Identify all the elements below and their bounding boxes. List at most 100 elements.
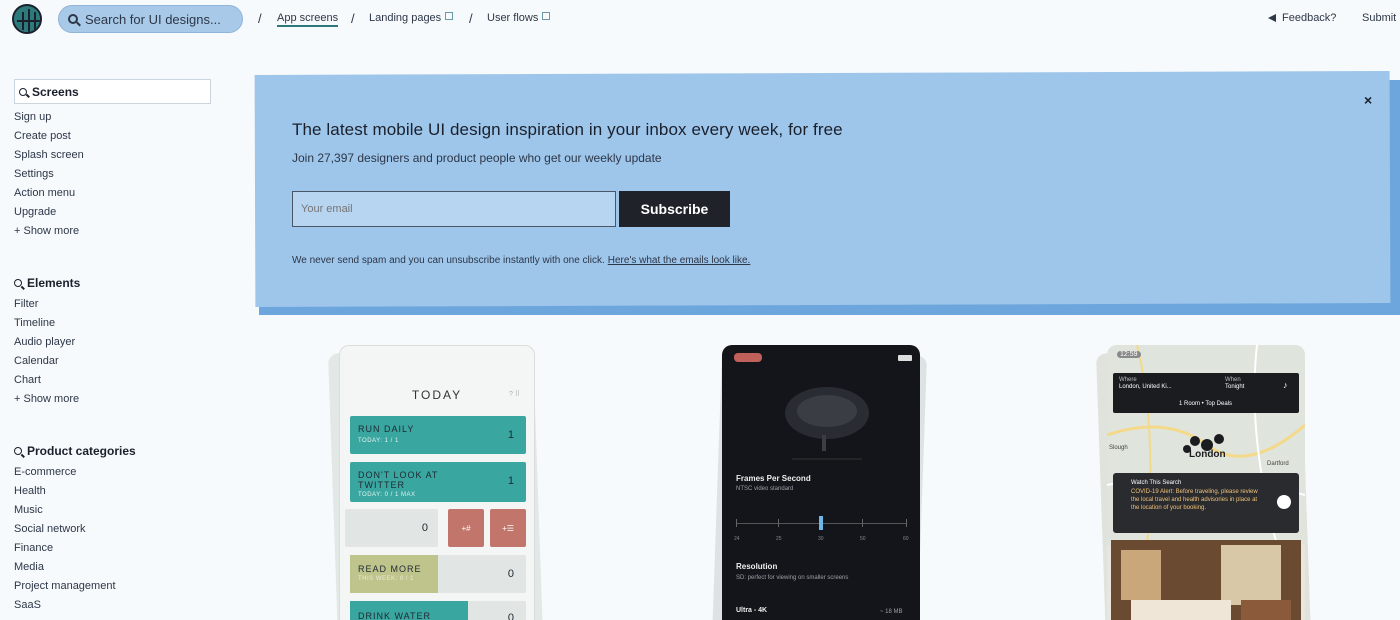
sidebar-item[interactable]: Filter — [14, 295, 214, 314]
slider-tick — [862, 519, 863, 527]
feedback-link[interactable]: Feedback? — [1268, 12, 1336, 24]
habit-row: DON'T LOOK AT TWITTER TODAY: 0 / 1 MAX 1 — [350, 462, 526, 502]
habit-count: 1 — [507, 429, 514, 441]
screen-card-hotel-search[interactable]: 12:59 Where London, United Ki... When To… — [1107, 345, 1305, 620]
elements-heading: Elements — [14, 272, 214, 294]
sidebar-item[interactable]: Chart — [14, 371, 214, 390]
when-value: Tonight — [1225, 384, 1245, 390]
habit-row: DRINK WATER 0 — [350, 601, 526, 620]
show-more-elements[interactable]: + Show more — [14, 390, 214, 409]
habit-row: READ MORE THIS WEEK: 0 / 1 0 — [350, 555, 526, 593]
scale-label: 60 — [903, 536, 909, 542]
map-town-label: Dartford — [1267, 461, 1289, 467]
sample-emails-link[interactable]: Here's what the emails look like. — [608, 255, 751, 266]
habit-progress: TODAY: 1 / 1 — [358, 438, 399, 444]
add-list-button: +☰ — [490, 509, 526, 547]
sidebar-item[interactable]: Project management — [14, 577, 214, 596]
sidebar-item[interactable]: Upgrade — [14, 203, 214, 222]
nav-landing-pages[interactable]: Landing pages — [369, 12, 454, 24]
sidebar-item[interactable]: Health — [14, 482, 214, 501]
email-field[interactable] — [292, 191, 616, 227]
nav-separator: / — [351, 11, 355, 26]
subscribe-button[interactable]: Subscribe — [619, 191, 730, 227]
categories-label: Product categories — [27, 444, 136, 458]
slider-tick — [906, 519, 907, 527]
categories-list: E-commerce Health Music Social network F… — [14, 463, 214, 615]
screens-filter[interactable]: Screens — [14, 79, 211, 104]
sidebar-item[interactable]: Action menu — [14, 184, 214, 203]
screen-title: TODAY — [411, 388, 463, 402]
feedback-label: Feedback? — [1282, 12, 1337, 24]
habit-progress: TODAY: 0 / 1 MAX — [358, 492, 416, 498]
preview-image — [785, 387, 869, 460]
sidebar-item[interactable]: Timeline — [14, 314, 214, 333]
sidebar-item[interactable]: SaaS — [14, 596, 214, 615]
logo[interactable] — [12, 4, 42, 34]
scale-label: 50 — [860, 536, 866, 542]
sidebar-item[interactable]: Media — [14, 558, 214, 577]
sidebar: Screens Sign up Create post Splash scree… — [14, 79, 214, 615]
search-icon — [14, 279, 22, 287]
habit-count: 0 — [507, 568, 514, 580]
habit-row: RUN DAILY TODAY: 1 / 1 1 — [350, 416, 526, 454]
alert-toggle — [1277, 495, 1291, 509]
rooms-summary: 1 Room • Top Deals — [1179, 401, 1233, 407]
show-more-screens[interactable]: + Show more — [14, 222, 214, 241]
bell-icon: ♪ — [1283, 380, 1288, 390]
banner-note: We never send spam and you can unsubscri… — [292, 255, 750, 266]
banner-title: The latest mobile UI design inspiration … — [292, 120, 843, 139]
sidebar-item[interactable]: Settings — [14, 165, 214, 184]
resolution-title: Resolution — [736, 562, 778, 571]
slider-knob — [819, 516, 823, 530]
elements-list: Filter Timeline Audio player Calendar Ch… — [14, 295, 214, 409]
sidebar-item[interactable]: E-commerce — [14, 463, 214, 482]
search-icon — [14, 447, 22, 455]
recording-indicator — [734, 353, 762, 362]
external-link-icon — [542, 12, 551, 20]
habit-fill — [350, 555, 438, 593]
megaphone-icon — [1268, 14, 1276, 22]
scale-label: 24 — [734, 536, 740, 542]
sidebar-item[interactable]: Sign up — [14, 108, 214, 127]
sidebar-item[interactable]: Finance — [14, 539, 214, 558]
battery-icon — [898, 355, 912, 361]
sidebar-item[interactable]: Music — [14, 501, 214, 520]
slider-tick — [778, 519, 779, 527]
search-input[interactable]: Search for UI designs... — [58, 5, 243, 33]
habit-name: RUN DAILY — [358, 424, 415, 434]
sidebar-item[interactable]: Splash screen — [14, 146, 214, 165]
search-icon — [19, 87, 27, 96]
sidebar-item[interactable]: Calendar — [14, 352, 214, 371]
hotel-photo — [1111, 540, 1301, 620]
sidebar-item[interactable]: Social network — [14, 520, 214, 539]
fps-title: Frames Per Second — [736, 474, 811, 483]
search-header: Where London, United Ki... When Tonight … — [1113, 373, 1299, 413]
map-town-label: Slough — [1109, 445, 1128, 451]
scale-label: 30 — [818, 536, 824, 542]
sidebar-item[interactable]: Create post — [14, 127, 214, 146]
alert-text: COVID-19 Alert: Before traveling, please… — [1131, 489, 1258, 511]
nav-user-flows[interactable]: User flows — [487, 12, 551, 24]
habit-name: DON'T LOOK AT TWITTER — [358, 470, 439, 490]
screen-card-habits[interactable]: TODAY ? ⠿ RUN DAILY TODAY: 1 / 1 1 DON'T… — [339, 345, 535, 620]
nav-app-screens[interactable]: App screens — [277, 12, 339, 27]
close-icon[interactable]: × — [1364, 92, 1372, 108]
habit-progress: THIS WEEK: 0 / 1 — [358, 576, 415, 582]
screen-card-camera-settings[interactable]: Frames Per Second NTSC video standard 24… — [722, 345, 920, 620]
habit-count: 1 — [507, 475, 514, 487]
elements-label: Elements — [27, 276, 81, 290]
submit-link[interactable]: Submit — [1362, 12, 1396, 24]
nav-label: Landing pages — [369, 12, 442, 24]
search-placeholder: Search for UI designs... — [85, 11, 221, 27]
scale-label: 25 — [776, 536, 782, 542]
external-link-icon — [445, 12, 454, 20]
nav-label: User flows — [487, 12, 539, 24]
ultra-option: Ultra - 4K — [736, 607, 768, 614]
nav-separator: / — [469, 11, 473, 26]
where-label: Where — [1119, 377, 1137, 383]
when-label: When — [1225, 377, 1241, 383]
habit-count: 0 — [507, 612, 514, 620]
search-icon — [68, 14, 78, 24]
habit-name: READ MORE — [358, 564, 422, 574]
sidebar-item[interactable]: Audio player — [14, 333, 214, 352]
